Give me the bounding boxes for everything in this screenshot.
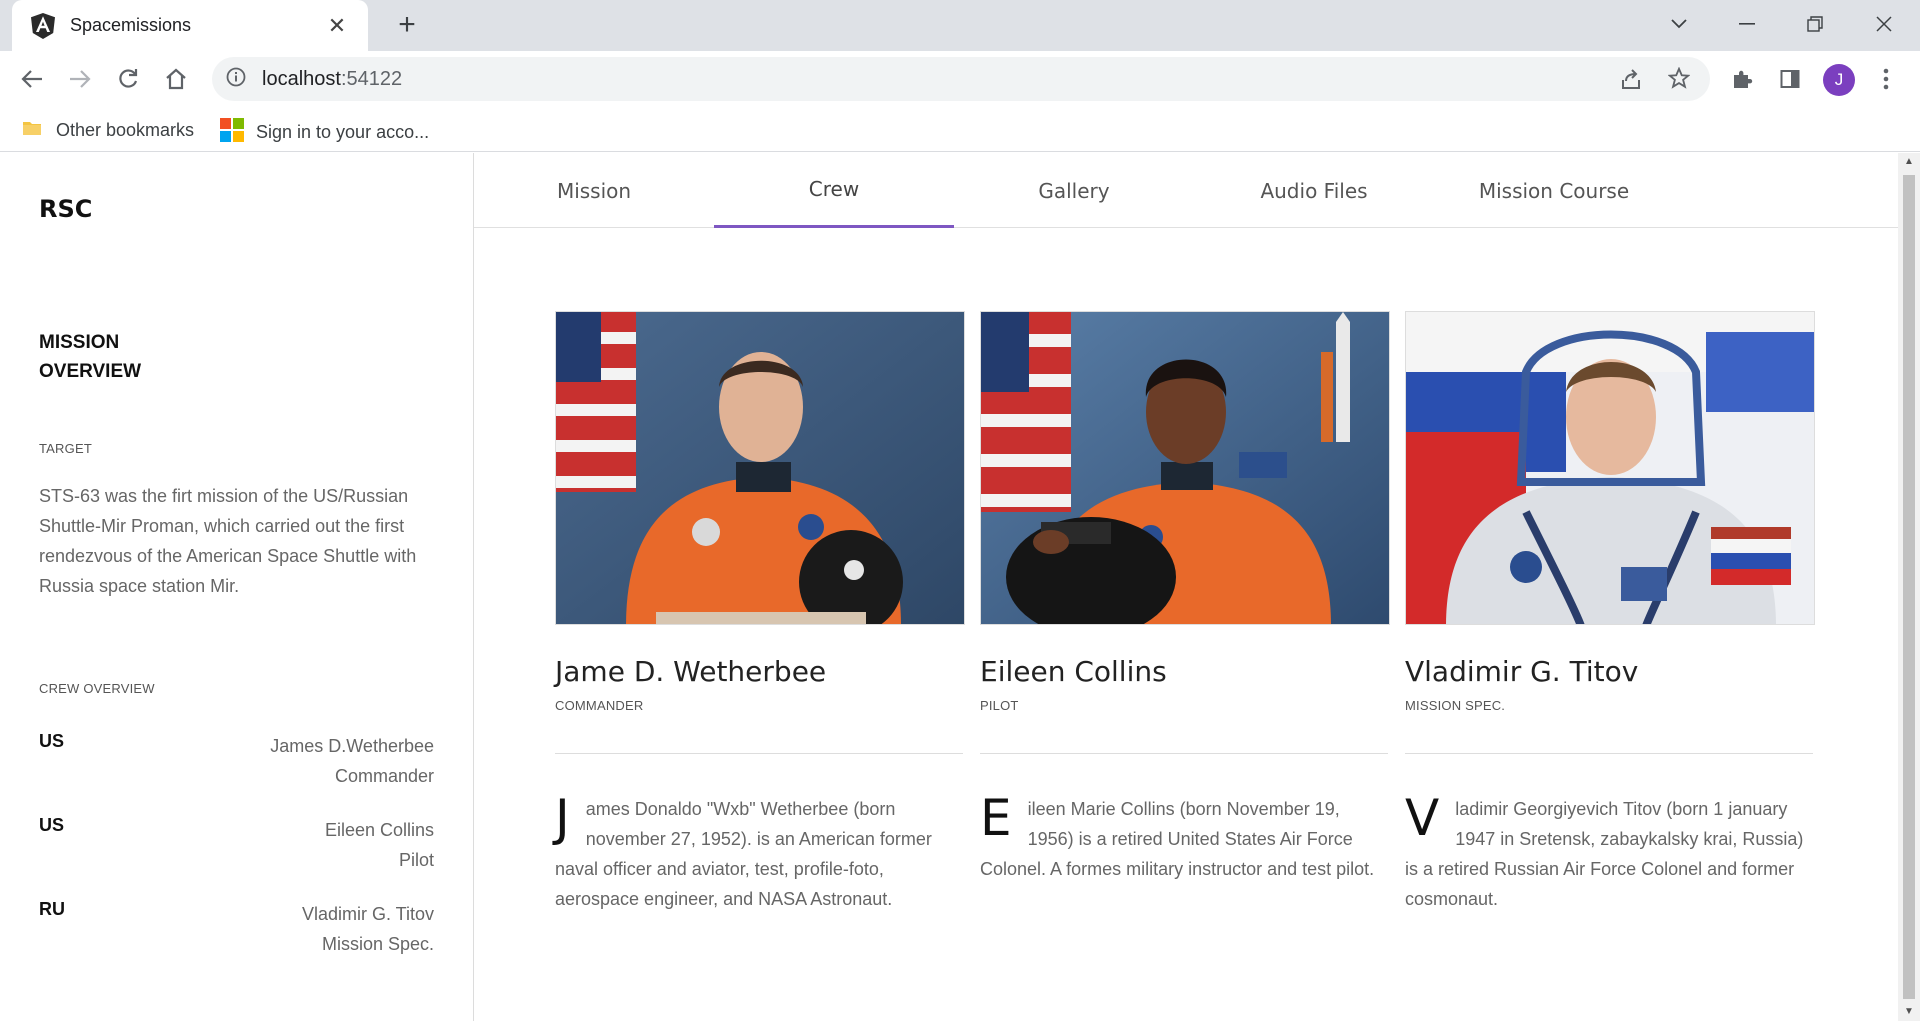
kebab-menu-icon[interactable] [1868, 61, 1904, 97]
tab-mission[interactable]: Mission [474, 153, 714, 228]
restore-icon[interactable] [1795, 6, 1835, 42]
crew-card: Vladimir G. Titov MISSION SPEC. Vladimir… [1405, 311, 1815, 914]
site-info-icon[interactable] [226, 67, 246, 92]
brand-logo[interactable]: RSC [39, 195, 92, 223]
scroll-down-arrow-icon[interactable]: ▼ [1898, 1003, 1920, 1021]
url-text: localhost:54122 [262, 67, 403, 90]
crew-name: Vladimir G. Titov [301, 904, 434, 924]
crew-bio-text: ladimir Georgiyevich Titov (born 1 janua… [1405, 799, 1804, 909]
crew-country: US [39, 815, 65, 835]
minimize-icon[interactable] [1727, 6, 1767, 42]
side-panel-icon[interactable] [1772, 61, 1808, 97]
target-description: STS-63 was the firt mission of the US/Ru… [39, 486, 417, 596]
crew-bio-text: ileen Marie Collins (born November 19, 1… [980, 799, 1375, 879]
crew-bio-text: ames Donaldo "Wxb" Wetherbee (born novem… [555, 799, 932, 909]
folder-icon [22, 118, 42, 143]
crew-name: Vladimir G. Titov [1405, 655, 1639, 688]
address-bar[interactable]: localhost:54122 [212, 57, 1710, 101]
mission-overview-heading: MISSION OVERVIEW [39, 332, 142, 382]
drop-cap: E [980, 789, 1012, 847]
home-icon[interactable] [158, 61, 194, 97]
bookmark-label: Sign in to your acco... [256, 122, 430, 142]
share-icon[interactable] [1620, 68, 1642, 95]
close-tab-icon[interactable]: ✕ [324, 13, 350, 39]
reload-icon[interactable] [110, 61, 146, 97]
crew-info: Vladimir G. Titov Mission Spec. [302, 899, 434, 959]
crew-bio: Eileen Marie Collins (born November 19, … [980, 789, 1390, 884]
mission-tabs: Mission Crew Gallery Audio Files Mission… [474, 153, 1898, 228]
drop-cap: V [1405, 789, 1440, 847]
crew-card: Eileen Collins PILOT Eileen Marie Collin… [980, 311, 1390, 884]
bookmark-star-icon[interactable] [1667, 66, 1691, 94]
crew-info: James D.Wetherbee Commander [270, 731, 434, 791]
tab-search-icon[interactable] [1659, 6, 1699, 42]
tab-mission-course[interactable]: Mission Course [1434, 153, 1674, 228]
profile-avatar[interactable]: J [1823, 64, 1855, 96]
back-arrow-icon[interactable] [14, 61, 50, 97]
crew-role: Mission Spec. [321, 934, 434, 954]
crew-role: PILOT [980, 698, 1019, 713]
crew-country: RU [39, 899, 65, 919]
close-window-icon[interactable] [1864, 6, 1904, 42]
bookmark-other[interactable]: Other bookmarks [22, 118, 194, 143]
scroll-thumb[interactable] [1903, 175, 1915, 999]
bookmarks-bar: Other bookmarks Sign in to your acco... [0, 106, 1920, 152]
crew-role: MISSION SPEC. [1405, 698, 1506, 713]
sidebar: RSC MISSION OVERVIEW TARGET STS-63 was t… [0, 153, 474, 1021]
browser-tab[interactable]: Spacemissions ✕ [12, 0, 368, 51]
crew-info: Eileen Collins Pilot [325, 815, 434, 875]
crew-name: Eileen Collins [980, 655, 1167, 688]
tab-audio-files[interactable]: Audio Files [1194, 153, 1434, 228]
crew-name: Jame D. Wetherbee [555, 655, 827, 688]
browser-toolbar: localhost:54122 J [0, 51, 1920, 106]
bookmark-label: Other bookmarks [56, 120, 195, 140]
crew-role: Commander [334, 766, 434, 786]
extensions-puzzle-icon[interactable] [1724, 61, 1760, 97]
page-viewport: RSC MISSION OVERVIEW TARGET STS-63 was t… [0, 153, 1920, 1021]
tab-gallery[interactable]: Gallery [954, 153, 1194, 228]
divider [555, 753, 963, 754]
crew-card: Jame D. Wetherbee COMMANDER James Donald… [555, 311, 965, 914]
crew-overview-caption: CREW OVERVIEW [39, 681, 155, 696]
angular-favicon-icon [30, 12, 56, 39]
microsoft-logo-icon [220, 118, 244, 147]
crew-name: Eileen Collins [324, 820, 434, 840]
bookmark-sign-in[interactable]: Sign in to your acco... [220, 118, 429, 147]
vertical-scrollbar[interactable]: ▲ ▼ [1898, 153, 1920, 1021]
crew-photo [555, 311, 965, 625]
us-flag-icon [981, 312, 1071, 512]
divider [1405, 753, 1813, 754]
tab-title: Spacemissions [70, 15, 192, 35]
target-caption: TARGET [39, 441, 92, 456]
crew-country: US [39, 731, 65, 751]
divider [980, 753, 1388, 754]
us-flag-icon [556, 312, 636, 492]
scroll-up-arrow-icon[interactable]: ▲ [1898, 153, 1920, 171]
crew-role: Pilot [398, 850, 434, 870]
crew-bio: Vladimir Georgiyevich Titov (born 1 janu… [1405, 789, 1815, 914]
crew-name: James D.Wetherbee [270, 736, 434, 756]
tab-crew[interactable]: Crew [714, 153, 954, 228]
browser-tabstrip: Spacemissions ✕ + [0, 0, 1920, 51]
drop-cap: J [555, 789, 570, 847]
crew-photo [1405, 311, 1815, 625]
crew-bio: James Donaldo "Wxb" Wetherbee (born nove… [555, 789, 965, 914]
new-tab-button[interactable]: + [392, 10, 422, 41]
crew-photo [980, 311, 1390, 625]
crew-role: COMMANDER [555, 698, 644, 713]
forward-arrow-icon[interactable] [62, 61, 98, 97]
